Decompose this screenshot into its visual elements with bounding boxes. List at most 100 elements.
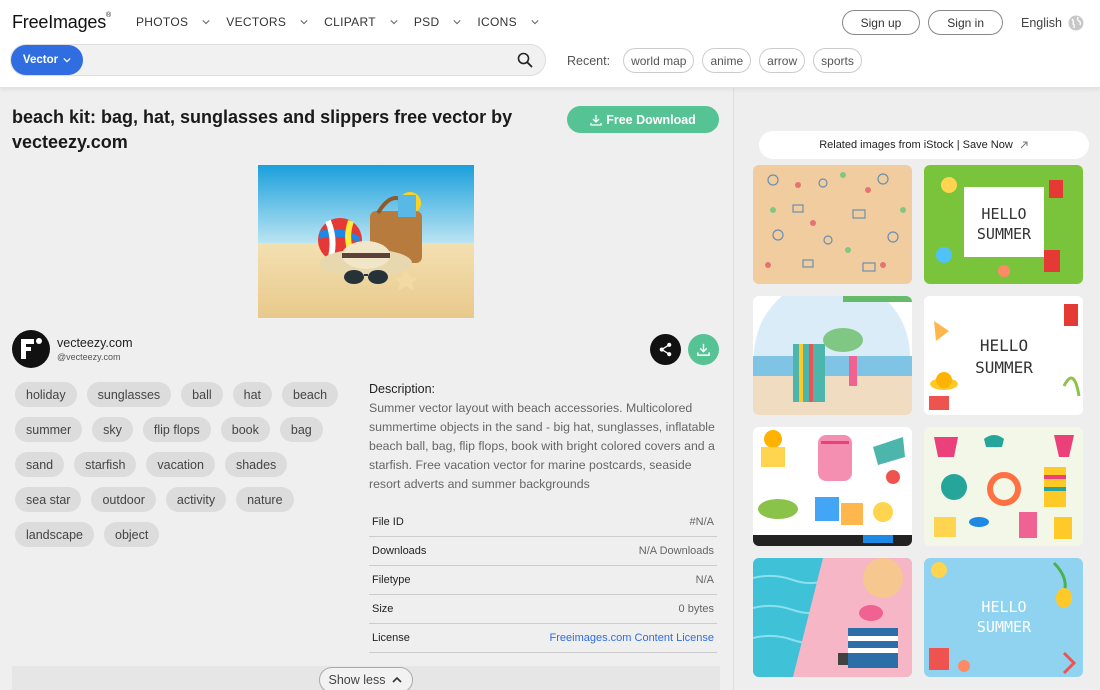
tag[interactable]: beach	[282, 382, 339, 407]
related-thumbnail[interactable]	[753, 296, 912, 415]
chevron-down-icon	[300, 20, 308, 25]
beach-cabin-image	[753, 296, 912, 415]
logo-mark: ®	[106, 12, 112, 19]
nav-vectors[interactable]: VECTORS	[226, 14, 308, 30]
search-icon[interactable]	[517, 52, 533, 68]
info-key: Filetype	[372, 574, 411, 586]
info-value: 0 bytes	[678, 603, 714, 615]
tag[interactable]: landscape	[15, 522, 94, 547]
share-button[interactable]	[650, 334, 681, 365]
recent-chip[interactable]: anime	[702, 48, 752, 73]
related-thumbnail[interactable]	[753, 165, 912, 284]
tag[interactable]: book	[220, 417, 270, 442]
tag[interactable]: object	[104, 522, 160, 547]
related-istock-link[interactable]: Related images from iStock | Save Now	[759, 131, 1089, 159]
show-less-button[interactable]: Show less	[319, 667, 413, 690]
tag-row: holiday sunglasses ball hat beach	[15, 382, 350, 407]
chevron-down-icon	[453, 20, 461, 25]
language-selector[interactable]: English	[1021, 15, 1084, 31]
related-thumbnail[interactable]: HELLO SUMMER	[924, 558, 1083, 677]
tag[interactable]: sea star	[15, 487, 82, 512]
tag[interactable]: flip flops	[142, 417, 211, 442]
chevron-down-icon	[63, 57, 71, 63]
site-logo[interactable]: FreeImages®	[12, 12, 111, 33]
info-key: License	[372, 632, 410, 644]
nav-label: ICONS	[477, 15, 517, 29]
nav-clipart[interactable]: CLIPART	[324, 14, 398, 30]
sign-up-button[interactable]: Sign up	[841, 10, 921, 35]
download-icon	[590, 114, 602, 126]
tag[interactable]: nature	[236, 487, 294, 512]
tag[interactable]: hat	[232, 382, 273, 407]
tag[interactable]: sunglasses	[86, 382, 172, 407]
top-nav: PHOTOS VECTORS CLIPART PSD ICONS	[136, 14, 555, 30]
related-thumbnail[interactable]	[753, 427, 912, 546]
tag-row: landscape object	[15, 522, 350, 547]
thumb-text: SUMMER	[977, 225, 1032, 243]
info-value: #N/A	[689, 516, 714, 528]
chevron-up-icon	[392, 676, 403, 683]
tag[interactable]: bag	[279, 417, 323, 442]
search-type-label: Vector	[22, 54, 59, 66]
tag[interactable]: sand	[15, 452, 65, 477]
tag-list: holiday sunglasses ball hat beach summer…	[15, 382, 350, 557]
nav-icons[interactable]: ICONS	[477, 14, 539, 30]
tag[interactable]: outdoor	[91, 487, 156, 512]
thumb-text: HELLO	[981, 205, 1026, 223]
language-label: English	[1021, 15, 1062, 30]
preview-image[interactable]	[258, 165, 474, 318]
free-download-button[interactable]: Free Download	[567, 106, 719, 133]
beach-items-image	[753, 427, 912, 546]
thumb-text: HELLO	[980, 336, 1028, 355]
site-header: FreeImages® PHOTOS VECTORS CLIPART PSD I…	[0, 0, 1100, 88]
tag[interactable]: shades	[224, 452, 288, 477]
info-value: N/A Downloads	[638, 545, 714, 557]
thumb-text: SUMMER	[975, 358, 1033, 377]
tag[interactable]: sky	[92, 417, 133, 442]
info-row: Size 0 bytes	[369, 595, 717, 624]
related-thumbnail[interactable]	[753, 558, 912, 677]
author-block[interactable]: vecteezy.com @vecteezy.com	[12, 330, 133, 368]
license-link[interactable]: Freeimages.com Content License	[550, 632, 717, 644]
related-thumbnail[interactable]: HELLO SUMMER	[924, 296, 1083, 415]
search-type-dropdown[interactable]: Vector	[11, 45, 83, 75]
tag[interactable]: vacation	[146, 452, 215, 477]
search-input[interactable]	[91, 49, 501, 71]
related-sidebar: Related images from iStock | Save Now HE…	[733, 88, 1100, 690]
info-key: File ID	[372, 516, 404, 528]
sign-in-button[interactable]: Sign in	[928, 10, 1003, 35]
main-content: beach kit: bag, hat, sunglasses and slip…	[0, 88, 732, 690]
description-heading: Description:	[369, 382, 435, 396]
tag[interactable]: activity	[165, 487, 227, 512]
recent-chip[interactable]: world map	[623, 48, 695, 73]
tag[interactable]: holiday	[15, 382, 77, 407]
related-thumbnail[interactable]	[924, 427, 1083, 546]
tag-row: summer sky flip flops book bag	[15, 417, 350, 442]
recent-chip[interactable]: arrow	[759, 48, 806, 73]
author-handle: @vecteezy.com	[57, 352, 121, 362]
download-label: Free Download	[606, 112, 696, 127]
author-name: vecteezy.com	[57, 336, 133, 350]
author-logo-icon	[21, 338, 42, 359]
info-row: Downloads N/A Downloads	[369, 537, 717, 566]
share-icon	[659, 342, 672, 357]
info-key: Downloads	[372, 545, 427, 557]
account-area: Sign up Sign in English	[834, 10, 1084, 35]
tag[interactable]: starfish	[74, 452, 137, 477]
nav-label: PHOTOS	[136, 15, 189, 29]
hello-summer-white-image: HELLO SUMMER	[924, 296, 1083, 415]
info-value: N/A	[695, 574, 714, 586]
swimwear-pattern-image	[924, 427, 1083, 546]
tag[interactable]: summer	[15, 417, 83, 442]
page-title: beach kit: bag, hat, sunglasses and slip…	[12, 107, 513, 152]
info-row: License Freeimages.com Content License	[369, 624, 717, 653]
chevron-down-icon	[390, 20, 398, 25]
nav-psd[interactable]: PSD	[414, 14, 462, 30]
download-round-button[interactable]	[688, 334, 719, 365]
nav-photos[interactable]: PHOTOS	[136, 14, 210, 30]
recent-chip[interactable]: sports	[813, 48, 862, 73]
search-bar: Vector	[10, 44, 546, 76]
nav-label: VECTORS	[226, 15, 287, 29]
related-thumbnail[interactable]: HELLO SUMMER	[924, 165, 1083, 284]
tag[interactable]: ball	[181, 382, 223, 407]
